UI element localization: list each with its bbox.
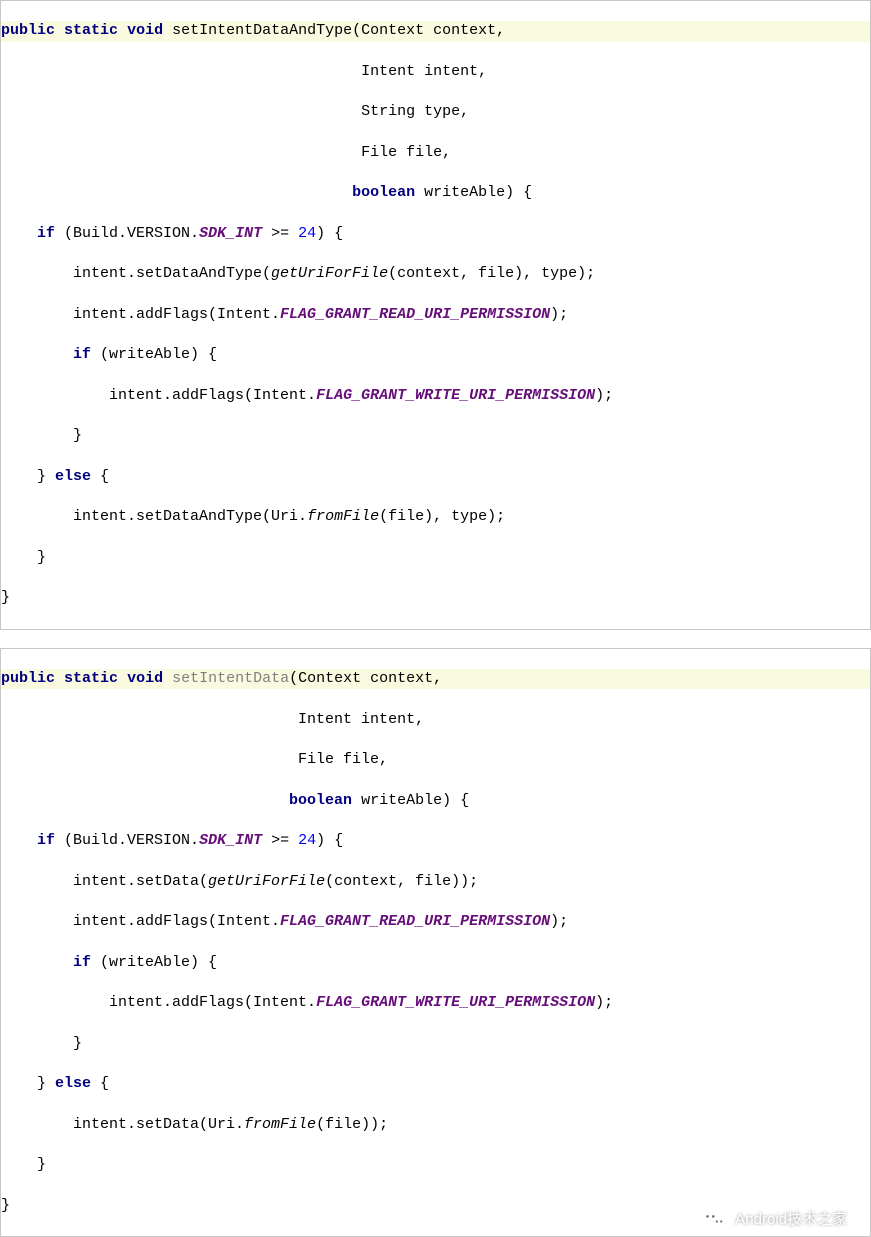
kw-void: void [127,670,163,687]
sig-line-4: File file, [1,143,870,163]
body-line-10: } [1,588,870,608]
body-line-8: intent.setData(Uri.fromFile(file)); [1,1115,870,1135]
sig-line-4: boolean writeAble) { [1,791,870,811]
kw-public: public [1,22,55,39]
body-line-9: } [1,548,870,568]
sig-line-2: Intent intent, [1,710,870,730]
body-line-1: if (Build.VERSION.SDK_INT >= 24) { [1,224,870,244]
kw-static: static [64,22,118,39]
kw-if: if [73,346,91,363]
body-line-7: } else { [1,1074,870,1094]
const-read-perm: FLAG_GRANT_READ_URI_PERMISSION [280,306,550,323]
body-line-7: } else { [1,467,870,487]
num-24: 24 [298,225,316,242]
method-name: setIntentDataAndType [172,22,352,39]
kw-void: void [127,22,163,39]
static-method: fromFile [307,508,379,525]
static-method: fromFile [244,1116,316,1133]
sig-line-1: public static void setIntentDataAndType(… [1,21,870,41]
static-method: getUriForFile [271,265,388,282]
param-1: (Context context, [289,670,442,687]
kw-boolean: boolean [352,184,415,201]
param-3: String type, [352,103,469,120]
body-line-2: intent.setData(getUriForFile(context, fi… [1,872,870,892]
body-line-5: intent.addFlags(Intent.FLAG_GRANT_WRITE_… [1,386,870,406]
const-write-perm: FLAG_GRANT_WRITE_URI_PERMISSION [316,994,595,1011]
kw-else: else [55,468,91,485]
code-block-1: public static void setIntentDataAndType(… [0,0,871,630]
code-block-2: public static void setIntentData(Context… [0,648,871,1237]
const-read-perm: FLAG_GRANT_READ_URI_PERMISSION [280,913,550,930]
body-line-4: if (writeAble) { [1,345,870,365]
param-2: Intent intent, [289,711,424,728]
kw-if: if [37,225,55,242]
param-2: Intent intent, [352,63,487,80]
static-method: getUriForFile [208,873,325,890]
body-line-6: } [1,426,870,446]
param-5-rest: writeAble) { [415,184,532,201]
kw-static: static [64,670,118,687]
param-4-rest: writeAble) { [352,792,469,809]
body-line-5: intent.addFlags(Intent.FLAG_GRANT_WRITE_… [1,993,870,1013]
page: public static void setIntentDataAndType(… [0,0,871,1237]
body-line-10: } [1,1196,870,1216]
param-4: File file, [352,144,451,161]
const-sdk-int: SDK_INT [199,832,262,849]
body-line-8: intent.setDataAndType(Uri.fromFile(file)… [1,507,870,527]
body-line-2: intent.setDataAndType(getUriForFile(cont… [1,264,870,284]
kw-if: if [37,832,55,849]
const-sdk-int: SDK_INT [199,225,262,242]
body-line-4: if (writeAble) { [1,953,870,973]
kw-public: public [1,670,55,687]
method-name: setIntentData [172,670,289,687]
num-24: 24 [298,832,316,849]
kw-if: if [73,954,91,971]
param-3: File file, [289,751,388,768]
sig-line-3: String type, [1,102,870,122]
block-gap [0,630,871,648]
const-write-perm: FLAG_GRANT_WRITE_URI_PERMISSION [316,387,595,404]
body-line-6: } [1,1034,870,1054]
sig-line-5: boolean writeAble) { [1,183,870,203]
sig-line-2: Intent intent, [1,62,870,82]
sig-line-3: File file, [1,750,870,770]
body-line-3: intent.addFlags(Intent.FLAG_GRANT_READ_U… [1,305,870,325]
kw-boolean: boolean [289,792,352,809]
sig-line-1: public static void setIntentData(Context… [1,669,870,689]
body-line-9: } [1,1155,870,1175]
body-line-1: if (Build.VERSION.SDK_INT >= 24) { [1,831,870,851]
kw-else: else [55,1075,91,1092]
param-1: (Context context, [352,22,505,39]
body-line-3: intent.addFlags(Intent.FLAG_GRANT_READ_U… [1,912,870,932]
